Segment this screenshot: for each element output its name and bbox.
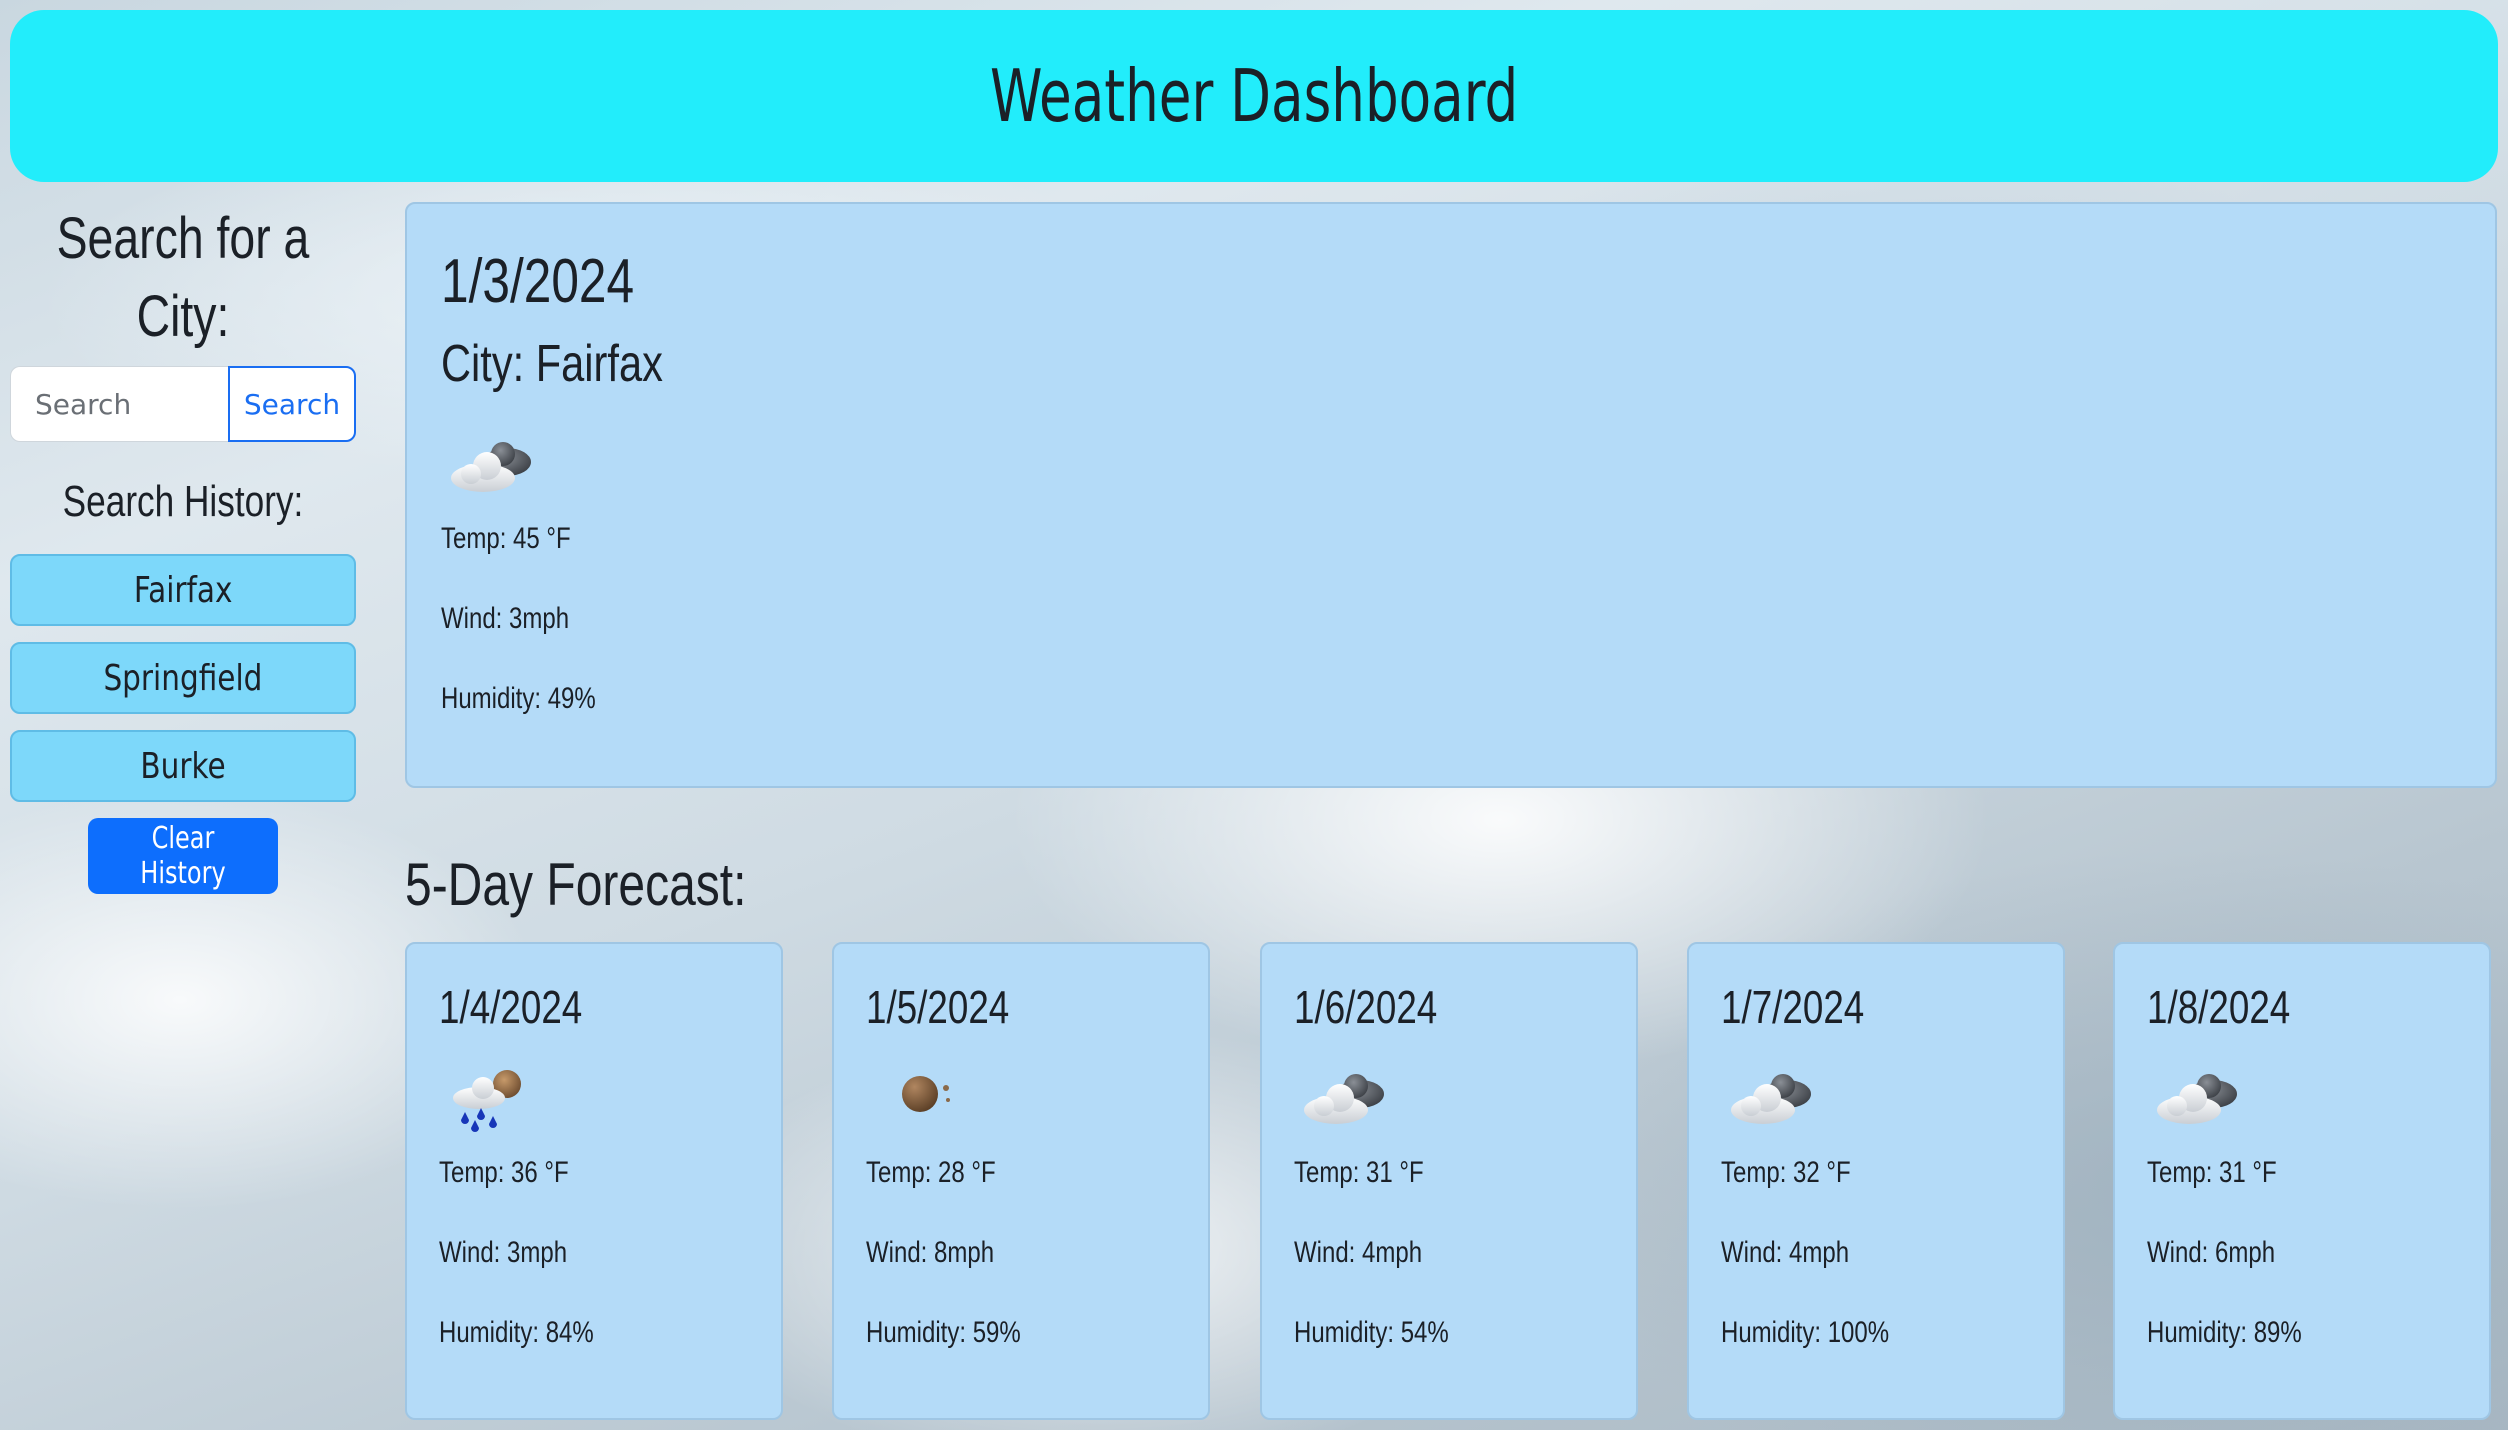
forecast-wind: Wind: 3mph: [439, 1236, 568, 1269]
search-form: Search: [10, 366, 356, 442]
forecast-date: 1/7/2024: [1721, 981, 1865, 1033]
forecast-card: 1/5/2024 Temp: 28 °F Wind: 8mph Humidity…: [832, 942, 1210, 1420]
forecast-temp: Temp: 31 °F: [2147, 1156, 2277, 1189]
cloudy-icon: [1300, 1064, 1396, 1139]
current-humidity: Humidity: 49%: [441, 682, 596, 715]
forecast-date: 1/8/2024: [2147, 981, 2291, 1033]
forecast-wind: Wind: 4mph: [1721, 1236, 1850, 1269]
cloudy-icon: [1727, 1064, 1823, 1139]
forecast-wind: Wind: 6mph: [2147, 1236, 2276, 1269]
forecast-temp: Temp: 28 °F: [866, 1156, 996, 1189]
forecast-humidity: Humidity: 54%: [1294, 1316, 1449, 1349]
forecast-humidity: Humidity: 100%: [1721, 1316, 1890, 1349]
clear-history-label: Clear History: [140, 821, 226, 891]
forecast-humidity: Humidity: 89%: [2147, 1316, 2302, 1349]
history-item-label: Springfield: [103, 657, 263, 699]
page-header: Weather Dashboard: [10, 10, 2498, 182]
forecast-temp: Temp: 31 °F: [1294, 1156, 1424, 1189]
moon-icon: [872, 1064, 962, 1139]
forecast-wind: Wind: 8mph: [866, 1236, 995, 1269]
forecast-card: 1/6/2024 Temp: 31 °F Wind: 4mph Humidity…: [1260, 942, 1638, 1420]
sidebar: Search for a City: Search Search History…: [10, 200, 356, 894]
cloudy-icon: [447, 432, 543, 507]
rain-icon: [445, 1064, 535, 1139]
search-input[interactable]: [10, 366, 228, 442]
history-item-springfield[interactable]: Springfield: [10, 642, 356, 714]
history-item-label: Fairfax: [133, 569, 233, 611]
forecast-temp: Temp: 36 °F: [439, 1156, 569, 1189]
current-city: City: Fairfax: [441, 335, 663, 393]
history-item-label: Burke: [140, 745, 226, 787]
search-title: Search for a City:: [56, 206, 310, 349]
history-item-fairfax[interactable]: Fairfax: [10, 554, 356, 626]
forecast-card: 1/7/2024 Temp: 32 °F Wind: 4mph Humidity…: [1687, 942, 2065, 1420]
current-weather-card: 1/3/2024 City: Fairfax Temp: 45 °F Wind:…: [405, 202, 2497, 788]
forecast-date: 1/6/2024: [1294, 981, 1438, 1033]
forecast-date: 1/5/2024: [866, 981, 1010, 1033]
forecast-humidity: Humidity: 84%: [439, 1316, 594, 1349]
current-wind: Wind: 3mph: [441, 602, 570, 635]
forecast-title: 5-Day Forecast:: [405, 851, 747, 918]
forecast-temp: Temp: 32 °F: [1721, 1156, 1851, 1189]
history-item-burke[interactable]: Burke: [10, 730, 356, 802]
page-title: Weather Dashboard: [989, 54, 1519, 138]
forecast-humidity: Humidity: 59%: [866, 1316, 1021, 1349]
current-temp: Temp: 45 °F: [441, 522, 571, 555]
forecast-card: 1/8/2024 Temp: 31 °F Wind: 6mph Humidity…: [2113, 942, 2491, 1420]
current-date: 1/3/2024: [441, 247, 635, 316]
search-history-list: Fairfax Springfield Burke: [10, 554, 356, 802]
forecast-wind: Wind: 4mph: [1294, 1236, 1423, 1269]
search-button[interactable]: Search: [228, 366, 356, 442]
clear-history-button[interactable]: Clear History: [88, 818, 278, 894]
cloudy-icon: [2153, 1064, 2249, 1139]
forecast-card: 1/4/2024 Temp: 36 °F Wind: 3mph Humidity…: [405, 942, 783, 1420]
forecast-date: 1/4/2024: [439, 981, 583, 1033]
search-history-title: Search History:: [62, 477, 304, 526]
